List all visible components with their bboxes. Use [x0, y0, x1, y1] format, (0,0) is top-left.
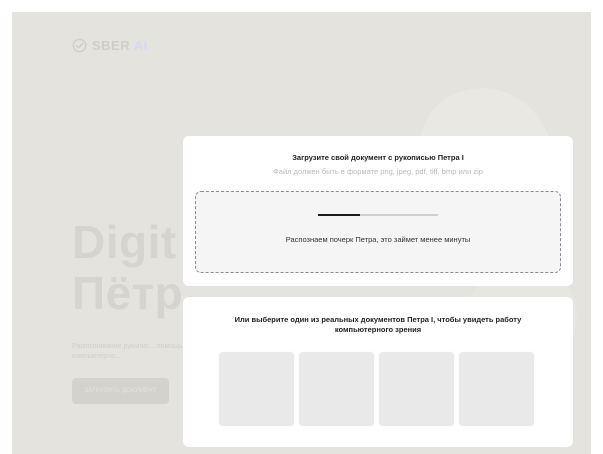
- example-documents: [219, 352, 534, 426]
- upload-formats-hint: Файл должен быть в формате png, jpeg, pd…: [273, 167, 483, 176]
- examples-title: Или выберите один из реальных документов…: [234, 315, 522, 334]
- examples-card: Или выберите один из реальных документов…: [183, 297, 573, 447]
- check-circle-icon: [72, 38, 87, 53]
- recognition-status: Распознаем почерк Петра, это займет мене…: [285, 235, 471, 244]
- progress-fill: [318, 214, 360, 216]
- upload-card: Загрузите свой документ с рукописью Петр…: [183, 136, 573, 286]
- example-document-thumbnail[interactable]: [379, 352, 454, 426]
- hero-title-line-2: Пётр: [72, 267, 184, 319]
- hero-title-line-1: Digit: [72, 216, 177, 268]
- hero-subtitle: Распознавание рукопис... помощью компьют…: [72, 343, 188, 360]
- example-document-thumbnail[interactable]: [459, 352, 534, 426]
- recognition-progress-bar: [318, 214, 438, 216]
- upload-document-button[interactable]: Загрузить документ: [72, 378, 169, 404]
- upload-dropzone[interactable]: Распознаем почерк Петра, это займет мене…: [195, 191, 561, 273]
- sber-ai-logo[interactable]: SBER AI: [72, 38, 148, 53]
- logo-text: SBER AI: [92, 38, 148, 53]
- upload-title: Загрузите свой документ с рукописью Петр…: [292, 153, 464, 162]
- example-document-thumbnail[interactable]: [299, 352, 374, 426]
- example-document-thumbnail[interactable]: [219, 352, 294, 426]
